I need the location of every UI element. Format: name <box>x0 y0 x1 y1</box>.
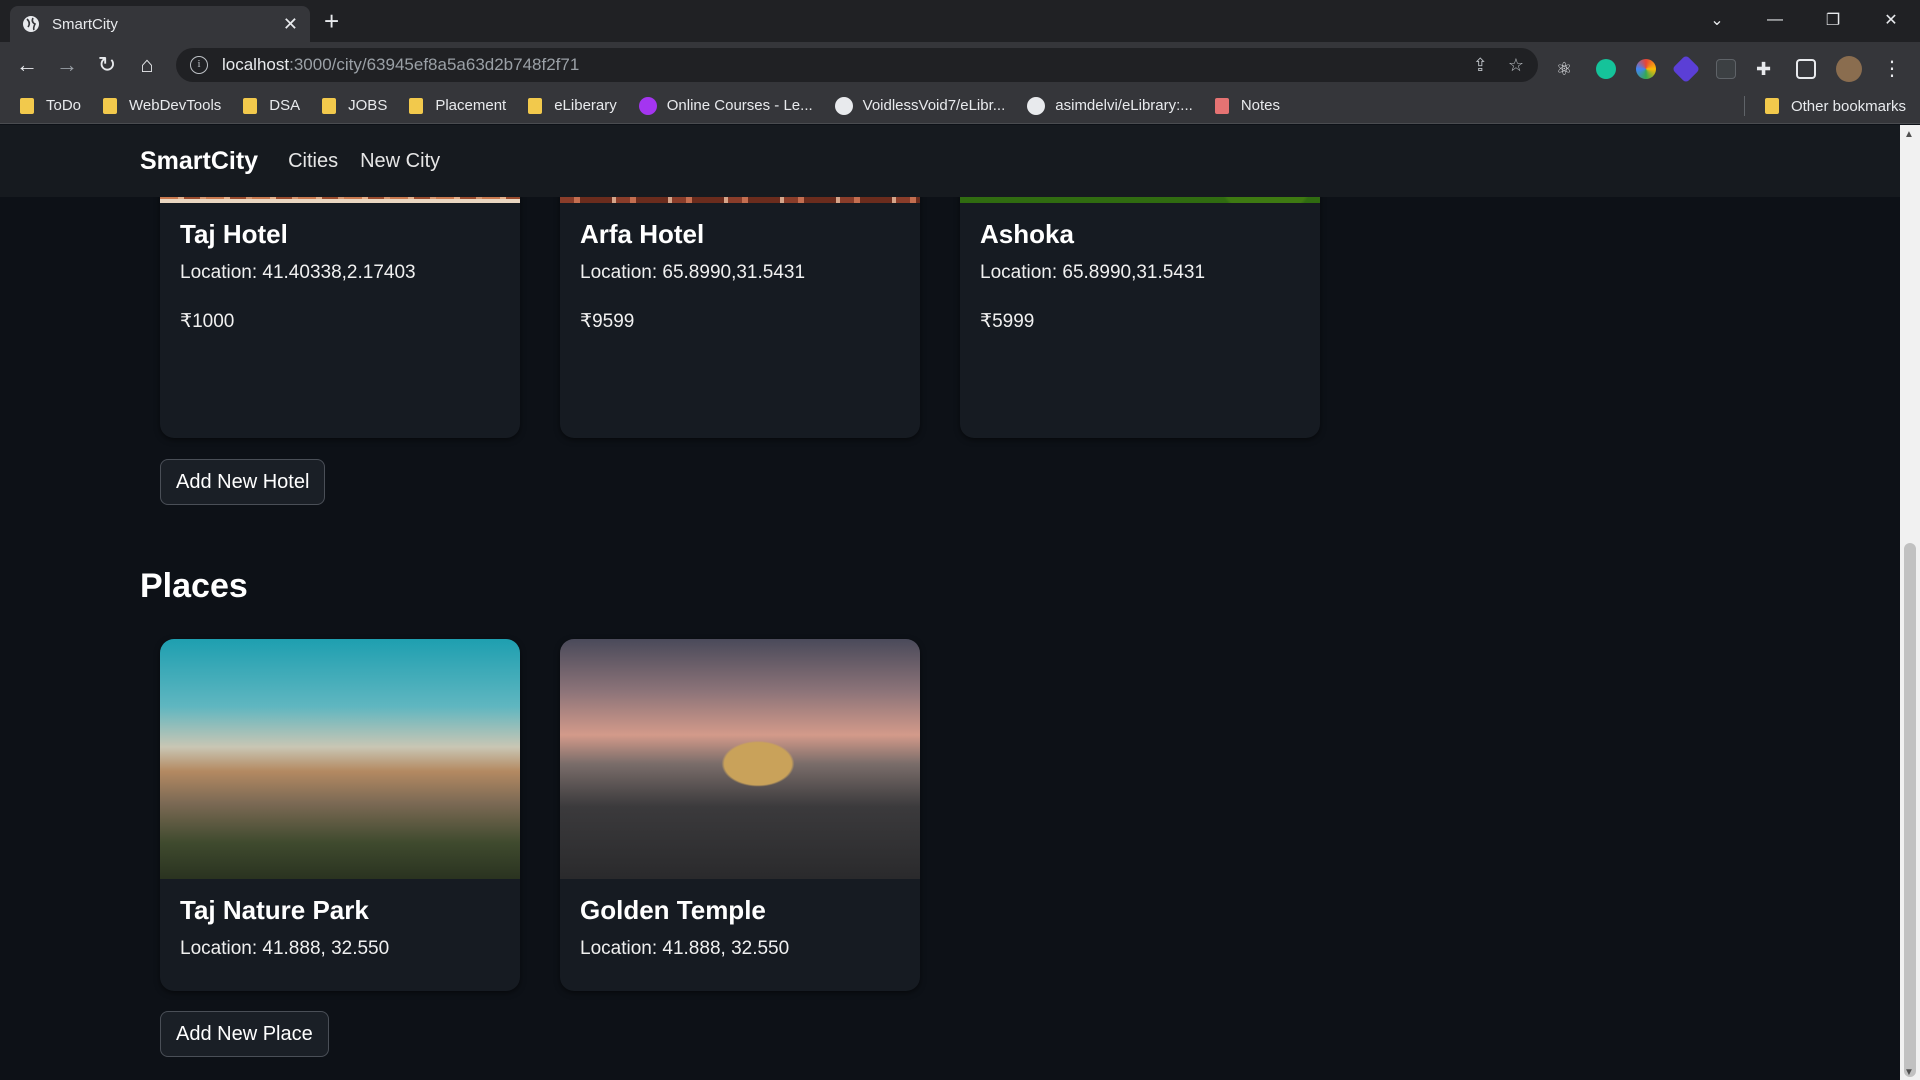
hotel-location: Location: 65.8990,31.5431 <box>980 262 1206 283</box>
folder-icon <box>1764 98 1779 114</box>
scroll-down-icon[interactable]: ▼ <box>1904 1067 1914 1078</box>
bookmark-item[interactable]: JOBS <box>322 97 387 114</box>
hotel-name: Ashoka <box>980 219 1074 249</box>
hotel-name: Taj Hotel <box>180 219 288 249</box>
extensions-puzzle-icon[interactable]: ✚ <box>1756 59 1776 79</box>
home-icon[interactable]: ⌂ <box>132 52 162 78</box>
site-navbar: SmartCity Cities New City <box>0 125 1900 197</box>
url-path: :3000/city/63945ef8a5a63d2b748f2f71 <box>289 55 580 74</box>
browser-toolbar: ← → ↻ ⌂ i localhost:3000/city/63945ef8a5… <box>0 42 1920 88</box>
folder-icon <box>322 97 337 114</box>
hotel-price: ₹5999 <box>980 311 1035 332</box>
tab-search-icon[interactable]: ⌄ <box>1688 10 1746 30</box>
folder-icon <box>20 97 34 114</box>
github-icon <box>1027 96 1046 115</box>
folder-icon <box>528 97 543 114</box>
hotel-name: Arfa Hotel <box>580 219 705 249</box>
address-bar[interactable]: i localhost:3000/city/63945ef8a5a63d2b74… <box>176 48 1538 82</box>
hotel-price: ₹9599 <box>580 311 635 332</box>
place-name: Golden Temple <box>580 895 766 925</box>
folder-icon <box>103 97 118 114</box>
bookmark-star-icon[interactable]: ☆ <box>1508 55 1524 76</box>
forward-icon[interactable]: → <box>52 52 82 78</box>
place-image <box>160 639 520 879</box>
window-resizer-icon[interactable] <box>1716 59 1736 79</box>
place-location: Location: 41.888, 32.550 <box>580 938 790 959</box>
color-picker-icon[interactable] <box>1636 59 1656 79</box>
react-devtools-icon[interactable]: ⚛ <box>1556 59 1576 79</box>
hotel-location: Location: 65.8990,31.5431 <box>580 262 806 283</box>
other-bookmarks[interactable]: Other bookmarks <box>1764 88 1906 124</box>
minimize-icon[interactable]: — <box>1746 11 1804 29</box>
bookmark-item[interactable]: VoidlessVoid7/eLibr... <box>834 96 1005 115</box>
back-icon[interactable]: ← <box>12 52 42 78</box>
nav-link-cities[interactable]: Cities <box>288 150 338 173</box>
places-heading: Places <box>140 567 248 605</box>
scroll-up-icon[interactable]: ▲ <box>1904 129 1914 140</box>
github-icon <box>834 96 853 115</box>
place-name: Taj Nature Park <box>180 895 369 925</box>
bookmarks-divider <box>1744 96 1745 116</box>
site-info-icon[interactable]: i <box>190 56 208 74</box>
browser-tab-strip: SmartCity ✕ + ⌄ — ❐ ✕ <box>0 0 1920 42</box>
hotel-price: ₹1000 <box>180 311 235 332</box>
hotel-location: Location: 41.40338,2.17403 <box>180 262 416 283</box>
add-place-button[interactable]: Add New Place <box>160 1011 329 1057</box>
bookmark-item[interactable]: WebDevTools <box>103 97 221 114</box>
profile-avatar[interactable] <box>1836 56 1862 82</box>
nav-link-new-city[interactable]: New City <box>360 150 440 173</box>
udemy-icon <box>638 96 657 115</box>
bookmarks-bar: ToDo WebDevTools DSA JOBS Placement eLib… <box>0 88 1920 124</box>
tab-title: SmartCity <box>52 15 118 33</box>
share-icon[interactable]: ⇪ <box>1473 55 1488 76</box>
bookmark-item[interactable]: Online Courses - Le... <box>638 96 813 115</box>
new-tab-button[interactable]: + <box>324 8 339 34</box>
extension-badge-icon[interactable] <box>1671 54 1701 84</box>
bookmark-item[interactable]: DSA <box>243 97 300 114</box>
globe-icon <box>23 16 39 32</box>
page-viewport: Taj Hotel Location: 41.40338,2.17403 ₹10… <box>0 125 1900 1080</box>
place-card[interactable]: Taj Nature Park Location: 41.888, 32.550 <box>160 639 520 991</box>
side-panel-icon[interactable] <box>1796 59 1816 79</box>
notes-icon <box>1214 97 1229 114</box>
bookmark-item[interactable]: asimdelvi/eLibrary:... <box>1027 96 1193 115</box>
add-hotel-button[interactable]: Add New Hotel <box>160 459 326 505</box>
bookmark-item[interactable]: Notes <box>1214 97 1280 114</box>
restore-icon[interactable]: ❐ <box>1804 10 1862 30</box>
bookmark-item[interactable]: Placement <box>409 97 506 114</box>
menu-kebab-icon[interactable]: ⋮ <box>1882 59 1902 79</box>
folder-icon <box>409 97 424 114</box>
browser-tab[interactable]: SmartCity ✕ <box>10 6 310 42</box>
tab-close-icon[interactable]: ✕ <box>283 14 298 35</box>
folder-icon <box>243 97 258 114</box>
place-location: Location: 41.888, 32.550 <box>180 938 390 959</box>
scrollbar-thumb[interactable] <box>1904 543 1916 1077</box>
reload-icon[interactable]: ↻ <box>92 52 122 78</box>
bookmark-item[interactable]: ToDo <box>20 97 81 114</box>
window-close-icon[interactable]: ✕ <box>1862 10 1920 30</box>
brand-logo[interactable]: SmartCity <box>140 147 258 176</box>
place-image <box>560 639 920 879</box>
page-scrollbar[interactable]: ▲ ▼ <box>1900 125 1920 1080</box>
url-host: localhost <box>222 55 290 74</box>
grammarly-icon[interactable] <box>1596 59 1616 79</box>
place-card[interactable]: Golden Temple Location: 41.888, 32.550 <box>560 639 920 991</box>
bookmark-item[interactable]: eLiberary <box>528 97 617 114</box>
